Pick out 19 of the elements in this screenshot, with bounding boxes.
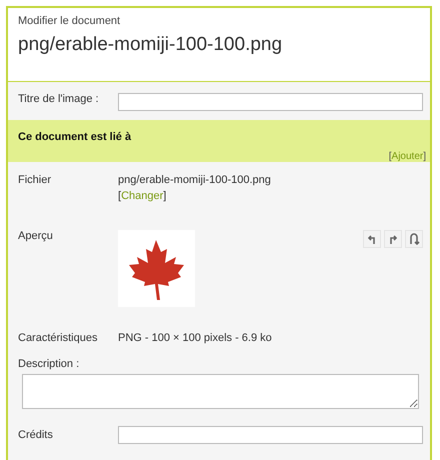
field-label: Titre de l'image : [18, 93, 100, 105]
add-link[interactable]: [Ajouter] [388, 151, 426, 162]
field-label: Aperçu [18, 230, 54, 242]
file-name: png/erable-momiji-100-100.png [118, 174, 271, 186]
rotate-left-icon[interactable] [363, 230, 381, 248]
field-label: Fichier [18, 174, 52, 186]
rotate-right-icon[interactable] [384, 230, 402, 248]
document-subtitle: Modifier le document [18, 15, 122, 27]
credits-input[interactable] [118, 426, 423, 444]
flip-icon[interactable] [405, 230, 423, 248]
band-title: Ce document est lié à [18, 131, 132, 143]
description-field[interactable] [22, 374, 419, 409]
field-label: Crédits [18, 429, 54, 441]
specs-value: PNG - 100 × 100 pixels - 6.9 ko [118, 332, 272, 344]
document-title: png/erable-momiji-100-100.png [18, 34, 284, 56]
change-link[interactable]: [Changer] [118, 190, 166, 202]
field-label: Caractéristiques [18, 332, 98, 344]
field-label: Description : [18, 358, 80, 370]
title-input[interactable] [118, 93, 423, 111]
